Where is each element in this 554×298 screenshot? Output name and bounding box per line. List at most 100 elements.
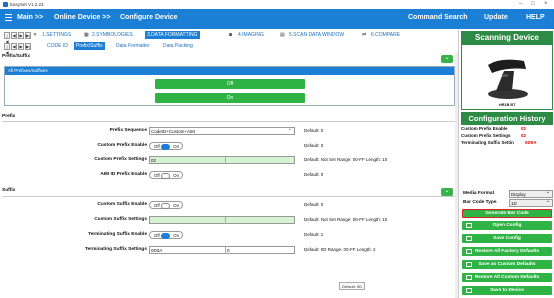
app-icon: [3, 2, 8, 7]
collapse-chevron-icon[interactable]: ⌄: [441, 55, 453, 63]
right-panel: Scanning Device HR1B BT Configuration Hi…: [458, 30, 554, 298]
tab-compare[interactable]: 6.COMPARE: [371, 31, 400, 39]
collapse-chevron-icon[interactable]: ⌄: [441, 188, 453, 196]
subtab-data-packing[interactable]: Data Packing: [163, 42, 193, 50]
all-off-button[interactable]: Off: [155, 79, 305, 89]
all-on-button[interactable]: On: [155, 93, 305, 103]
history-value: 01: [521, 126, 527, 131]
history-item: Custom Prefix Enable 01: [461, 126, 553, 131]
restore-icon: [466, 249, 472, 254]
terminating-suffix-settings-label: Terminating Suffix Settings: [84, 247, 147, 252]
save-config-button[interactable]: Save Config: [462, 234, 552, 243]
custom-prefix-settings-value: 02: [151, 158, 157, 163]
custom-prefix-settings-note: Default: Not Set Range: 00-FF Length: 10: [304, 157, 388, 162]
save-custom-defaults-button[interactable]: Save as Custom Defaults: [462, 260, 552, 269]
all-prefixes-suffixes-header: All Prefixes/Suffixes: [5, 67, 454, 75]
custom-suffix-enable-toggle[interactable]: Off On: [149, 201, 183, 209]
media-format-select[interactable]: Display: [509, 189, 553, 198]
prev-tab-icon[interactable]: ◀: [11, 32, 17, 39]
tab-symbologies[interactable]: 2.SYMBOLOGIES: [92, 31, 133, 39]
next-tab-icon[interactable]: ▶: [18, 32, 24, 39]
prefix-sequence-select[interactable]: CodeID+Custom+AIM: [149, 126, 295, 135]
update-button[interactable]: Update: [484, 14, 508, 21]
help-button[interactable]: HELP: [526, 14, 545, 21]
aim-id-prefix-enable-default: Default: 0: [304, 172, 324, 177]
prefix-sequence-row: Prefix Sequence CodeID+Custom+AIM Defaul…: [0, 126, 458, 136]
minimize-icon[interactable]: –: [519, 0, 522, 9]
tab-scan-data-window[interactable]: 5.SCAN DATA WINDOW: [289, 31, 344, 39]
toggle-knob: [161, 232, 170, 239]
folder-icon: [466, 223, 472, 228]
terminating-suffix-settings-input[interactable]: 0D0A 0: [149, 246, 295, 254]
history-value: 0D0A: [525, 140, 537, 145]
history-label: Terminating Suffix Settin: [461, 140, 514, 145]
custom-prefix-settings-input[interactable]: 02: [149, 156, 295, 164]
terminating-suffix-enable-toggle[interactable]: Off On: [149, 231, 183, 239]
terminating-suffix-settings-note: Default: 0D Range: 00-FF Length: 2: [304, 247, 376, 252]
custom-prefix-enable-toggle[interactable]: Off On: [149, 142, 183, 150]
nav-main[interactable]: Main >>: [17, 14, 43, 21]
history-label: Custom Prefix Settings: [461, 133, 511, 138]
terminating-suffix-settings-row: Terminating Suffix Settings 0D0A 0 Defau…: [0, 245, 458, 255]
subtab-prev-icon[interactable]: ◀: [11, 43, 17, 50]
save-custom-defaults-label: Save as Custom Defaults: [478, 262, 536, 267]
save-icon: [466, 236, 472, 241]
toggle-on-label: On: [173, 144, 179, 149]
generate-bar-code-button[interactable]: Generate Bar Code: [462, 209, 552, 218]
first-tab-icon[interactable]: |◀: [4, 32, 10, 44]
save-config-label: Save Config: [493, 236, 521, 241]
restore-custom-defaults-button[interactable]: Restore All Custom Defaults: [462, 273, 552, 282]
terminating-suffix-settings-value-2: 0: [227, 248, 230, 253]
terminating-suffix-enable-label: Terminating Suffix Enable: [88, 232, 147, 237]
subtab-prefix-suffix[interactable]: Prefix/Suffix: [74, 42, 105, 50]
hamburger-menu-icon[interactable]: [5, 14, 12, 22]
aim-id-prefix-enable-toggle[interactable]: Off On: [149, 171, 183, 179]
tab-settings[interactable]: 1.SETTINGS: [42, 31, 71, 39]
command-search-button[interactable]: Command Search: [408, 14, 468, 21]
subtab-last-icon[interactable]: ▶|: [25, 43, 31, 50]
custom-prefix-enable-default: Default: 0: [304, 143, 324, 148]
terminating-suffix-enable-row: Terminating Suffix Enable Off On Default…: [0, 230, 458, 240]
tab-data-formatting[interactable]: 3.DATA FORMATTING: [145, 31, 200, 39]
restore-factory-defaults-button[interactable]: Restore All Factory Defaults: [462, 247, 552, 256]
restore-custom-defaults-label: Restore All Custom Defaults: [474, 275, 540, 280]
custom-suffix-settings-row: Custom Suffix Settings Default: Not Set …: [0, 215, 458, 225]
subtab-first-icon[interactable]: |◀: [4, 43, 10, 55]
scanner-illustration: [488, 59, 528, 99]
device-icon: [466, 288, 472, 293]
toggle-off-label: Off: [154, 203, 160, 208]
title-bar: EasySet V1.2.23 – □ ×: [0, 0, 554, 9]
subtab-code-id[interactable]: CODE ID: [47, 42, 68, 50]
toggle-off-label: Off: [154, 144, 160, 149]
custom-prefix-enable-row: Custom Prefix Enable Off On Default: 0: [0, 141, 458, 151]
tools-icon: ✕: [33, 32, 38, 38]
save-to-device-button[interactable]: Save to Device: [462, 286, 552, 295]
custom-prefix-settings-row: Custom Prefix Settings 02 Default: Not S…: [0, 155, 458, 165]
sub-tab-bar: |◀ ◀ ▶ ▶| CODE ID Prefix/Suffix Data For…: [0, 41, 458, 55]
prefix-sequence-label: Prefix Sequence: [109, 128, 147, 133]
media-format-label: Media Format: [463, 191, 495, 196]
nav-online-device[interactable]: Online Device >>: [54, 14, 110, 21]
last-tab-icon[interactable]: ▶|: [25, 32, 31, 39]
open-config-button[interactable]: Open Config: [462, 221, 552, 230]
subtab-next-icon[interactable]: ▶: [18, 43, 24, 50]
bar-code-type-select[interactable]: 1D: [509, 198, 553, 207]
compare-icon: ⇄: [362, 32, 367, 38]
custom-suffix-enable-row: Custom Suffix Enable Off On Default: 0: [0, 200, 458, 210]
window-title: EasySet V1.2.23: [10, 2, 44, 7]
custom-prefix-settings-label: Custom Prefix Settings: [94, 157, 147, 162]
history-item: Terminating Suffix Settin 0D0A: [461, 140, 553, 145]
toggle-on-label: On: [173, 173, 179, 178]
divider: [2, 121, 456, 122]
nav-configure-device[interactable]: Configure Device: [120, 14, 178, 21]
subtab-data-formatter[interactable]: Data Formatter: [116, 42, 150, 50]
close-icon[interactable]: ×: [544, 0, 548, 9]
custom-suffix-settings-note: Default: Not Set Range: 00-FF Length: 10: [304, 217, 388, 222]
restore-factory-defaults-label: Restore All Factory Defaults: [474, 249, 540, 254]
suffix-section-title: Suffix: [2, 188, 16, 193]
bar-code-type-label: Bar Code Type: [463, 200, 497, 205]
all-prefixes-suffixes-box: All Prefixes/Suffixes Off On: [4, 66, 455, 106]
maximize-icon[interactable]: □: [531, 0, 535, 9]
custom-suffix-settings-input[interactable]: [149, 216, 295, 224]
tab-imaging[interactable]: 4.IMAGING: [238, 31, 264, 39]
